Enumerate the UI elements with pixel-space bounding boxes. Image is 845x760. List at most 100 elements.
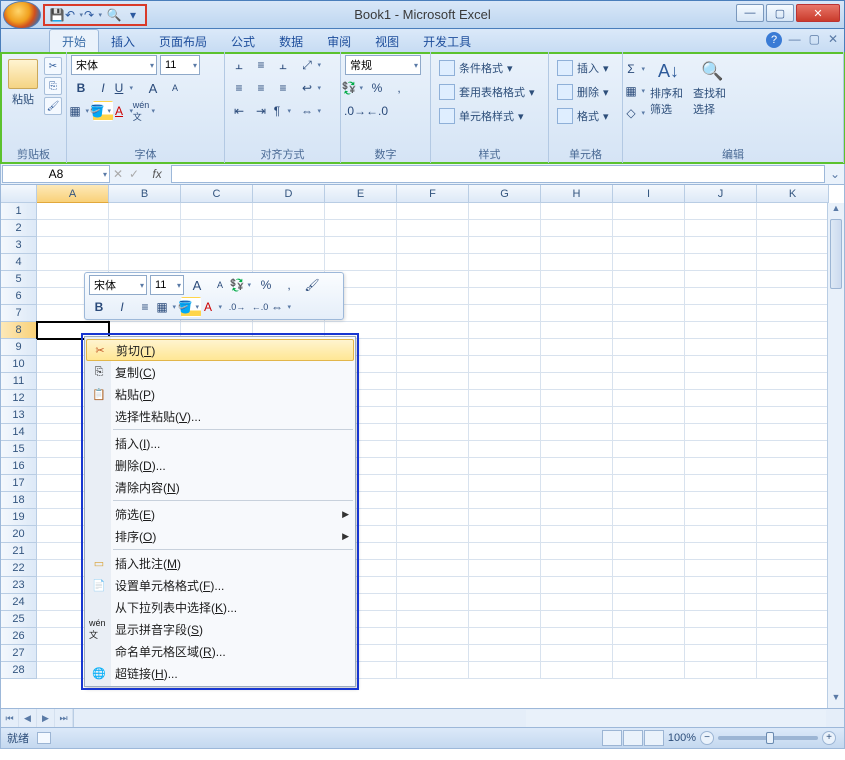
ctx-paste[interactable]: 📋粘贴(P) (85, 383, 355, 405)
cell[interactable] (469, 441, 541, 458)
mini-size-combo[interactable]: 11 (150, 275, 184, 295)
cell[interactable] (613, 577, 685, 594)
enter-formula-icon[interactable]: ✓ (129, 167, 139, 181)
cell[interactable] (613, 628, 685, 645)
font-name-combo[interactable]: 宋体 (71, 55, 157, 75)
cell[interactable] (397, 611, 469, 628)
cell[interactable] (613, 458, 685, 475)
ctx-phonetic[interactable]: wén文显示拼音字段(S) (85, 618, 355, 640)
cell[interactable] (397, 645, 469, 662)
cell[interactable] (613, 356, 685, 373)
tab-home[interactable]: 开始 (49, 29, 99, 52)
cell[interactable] (685, 254, 757, 271)
cell[interactable] (685, 458, 757, 475)
cell[interactable] (685, 288, 757, 305)
cell[interactable] (325, 203, 397, 220)
cell[interactable] (757, 271, 829, 288)
cell[interactable] (757, 373, 829, 390)
row-header[interactable]: 16 (1, 458, 37, 475)
cell[interactable] (469, 458, 541, 475)
cell[interactable] (685, 407, 757, 424)
column-header[interactable]: E (325, 185, 397, 203)
merge-center-icon[interactable]: ⇔ (303, 101, 323, 121)
cell[interactable] (253, 220, 325, 237)
cell[interactable] (397, 577, 469, 594)
maximize-button[interactable]: ▢ (766, 4, 794, 22)
row-header[interactable]: 7 (1, 305, 37, 322)
macro-record-icon[interactable] (37, 732, 51, 744)
cell[interactable] (613, 594, 685, 611)
cell[interactable] (613, 288, 685, 305)
cell[interactable] (469, 339, 541, 356)
italic-button[interactable]: I (93, 78, 113, 98)
align-top-icon[interactable]: ⫠ (229, 55, 249, 75)
cut-icon[interactable]: ✂ (44, 57, 62, 75)
cell[interactable] (541, 492, 613, 509)
cell[interactable] (397, 237, 469, 254)
wb-minimize-icon[interactable]: — (789, 32, 801, 46)
cell[interactable] (469, 254, 541, 271)
mini-fill-icon[interactable]: 🪣 (181, 297, 201, 317)
cell[interactable] (613, 492, 685, 509)
cell[interactable] (685, 611, 757, 628)
cell[interactable] (469, 322, 541, 339)
cell[interactable] (613, 237, 685, 254)
cell[interactable] (613, 509, 685, 526)
cell[interactable] (397, 492, 469, 509)
zoom-out-button[interactable]: − (700, 731, 714, 745)
cell[interactable] (541, 220, 613, 237)
minimize-button[interactable]: — (736, 4, 764, 22)
zoom-level[interactable]: 100% (668, 732, 696, 744)
cell[interactable] (685, 543, 757, 560)
cell[interactable] (685, 628, 757, 645)
column-header[interactable]: H (541, 185, 613, 203)
column-header[interactable]: A (37, 185, 109, 203)
row-header[interactable]: 28 (1, 662, 37, 679)
cell[interactable] (613, 662, 685, 679)
cell[interactable] (613, 220, 685, 237)
cell[interactable] (397, 254, 469, 271)
row-header[interactable]: 8 (1, 322, 37, 339)
cell[interactable] (37, 254, 109, 271)
ctx-insert-comment[interactable]: ▭插入批注(M) (85, 552, 355, 574)
redo-icon[interactable]: ↷ (87, 7, 103, 23)
row-header[interactable]: 15 (1, 441, 37, 458)
cell[interactable] (469, 577, 541, 594)
decrease-indent-icon[interactable]: ⇤ (229, 101, 249, 121)
cell[interactable] (541, 577, 613, 594)
formula-input[interactable] (171, 165, 825, 183)
row-header[interactable]: 11 (1, 373, 37, 390)
cell[interactable] (757, 390, 829, 407)
cell[interactable] (541, 509, 613, 526)
cell[interactable] (541, 645, 613, 662)
table-format-button[interactable]: 套用表格格式 ▾ (435, 81, 544, 103)
cell[interactable] (685, 390, 757, 407)
cell[interactable] (757, 645, 829, 662)
row-header[interactable]: 18 (1, 492, 37, 509)
cell[interactable] (685, 220, 757, 237)
cell[interactable] (37, 203, 109, 220)
cell[interactable] (757, 441, 829, 458)
cell[interactable] (613, 560, 685, 577)
cell[interactable] (685, 526, 757, 543)
cell[interactable] (469, 407, 541, 424)
wrap-text-icon[interactable]: ↩ (303, 78, 323, 98)
mini-merge-icon[interactable]: ⇔ (273, 297, 293, 317)
grow-font-button[interactable]: A (143, 78, 163, 98)
mini-comma-icon[interactable]: , (279, 275, 299, 295)
row-header[interactable]: 1 (1, 203, 37, 220)
office-button[interactable] (3, 1, 41, 29)
scroll-up-icon[interactable]: ▲ (828, 203, 844, 219)
column-header[interactable]: I (613, 185, 685, 203)
mini-font-combo[interactable]: 宋体 (89, 275, 147, 295)
cell[interactable] (541, 424, 613, 441)
mini-font-color-icon[interactable]: A (204, 297, 224, 317)
zoom-slider-thumb[interactable] (766, 732, 774, 744)
cell[interactable] (757, 305, 829, 322)
sort-filter-button[interactable]: A↓ 排序和筛选 (650, 55, 690, 145)
format-cells-button[interactable]: 格式 ▾ (553, 105, 618, 127)
cell[interactable] (541, 322, 613, 339)
row-header[interactable]: 21 (1, 543, 37, 560)
qat-customize-icon[interactable]: ▾ (125, 7, 141, 23)
cell[interactable] (685, 441, 757, 458)
